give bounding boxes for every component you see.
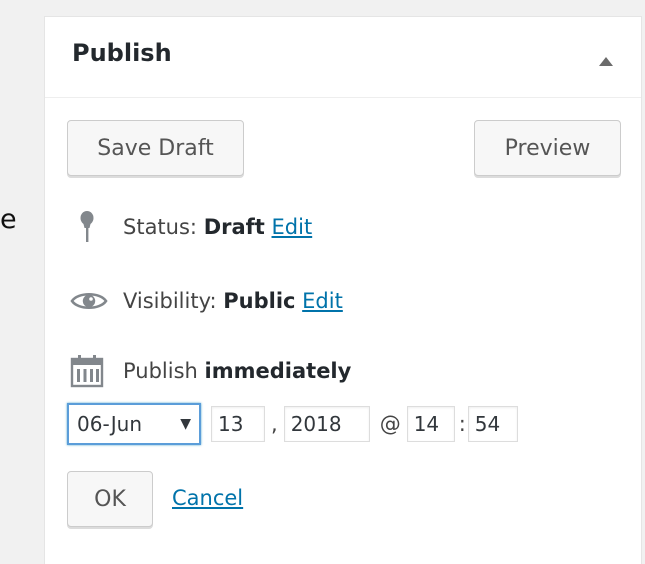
dropdown-arrow-icon: ▼ — [180, 416, 191, 432]
calendar-icon — [69, 353, 105, 389]
day-input[interactable]: 13 — [211, 406, 265, 442]
status-value: Draft — [203, 215, 265, 239]
year-input[interactable]: 2018 — [283, 406, 370, 442]
edit-status-link[interactable]: Edit — [272, 215, 313, 239]
eye-icon — [69, 283, 109, 319]
date-separator-comma: , — [271, 412, 278, 436]
visibility-row: Visibility: Public Edit — [69, 283, 343, 319]
publish-box-title: Publish — [72, 39, 172, 67]
ok-button[interactable]: OK — [67, 471, 153, 527]
status-label: Status: — [123, 215, 197, 239]
hour-input[interactable]: 14 — [406, 406, 455, 442]
month-select[interactable]: 06-Jun ▼ — [67, 403, 201, 445]
visibility-value: Public — [223, 289, 296, 313]
cropped-edge-text: e — [0, 204, 17, 235]
publish-box-header[interactable]: Publish — [45, 17, 641, 98]
publish-meta-box: Publish Save Draft Preview Status: Draft… — [44, 16, 642, 564]
time-separator-colon: : — [458, 412, 466, 436]
pushpin-icon — [69, 209, 105, 245]
status-row: Status: Draft Edit — [69, 209, 312, 245]
triangle-up-icon[interactable] — [599, 57, 613, 66]
publish-schedule-row: Publish immediately — [69, 353, 351, 389]
save-draft-button[interactable]: Save Draft — [67, 120, 244, 176]
visibility-label: Visibility: — [123, 289, 217, 313]
cancel-link[interactable]: Cancel — [172, 486, 243, 510]
minute-input[interactable]: 54 — [467, 406, 518, 442]
publish-label: Publish — [123, 359, 198, 383]
publish-timing-value: immediately — [204, 359, 352, 383]
timestamp-fields: 06-Jun ▼ 13 , 2018 @ 14 : 54 — [67, 403, 518, 445]
time-separator-at: @ — [379, 412, 401, 436]
edit-visibility-link[interactable]: Edit — [302, 289, 343, 313]
month-select-value: 06-Jun — [77, 412, 143, 436]
preview-button[interactable]: Preview — [474, 120, 621, 176]
